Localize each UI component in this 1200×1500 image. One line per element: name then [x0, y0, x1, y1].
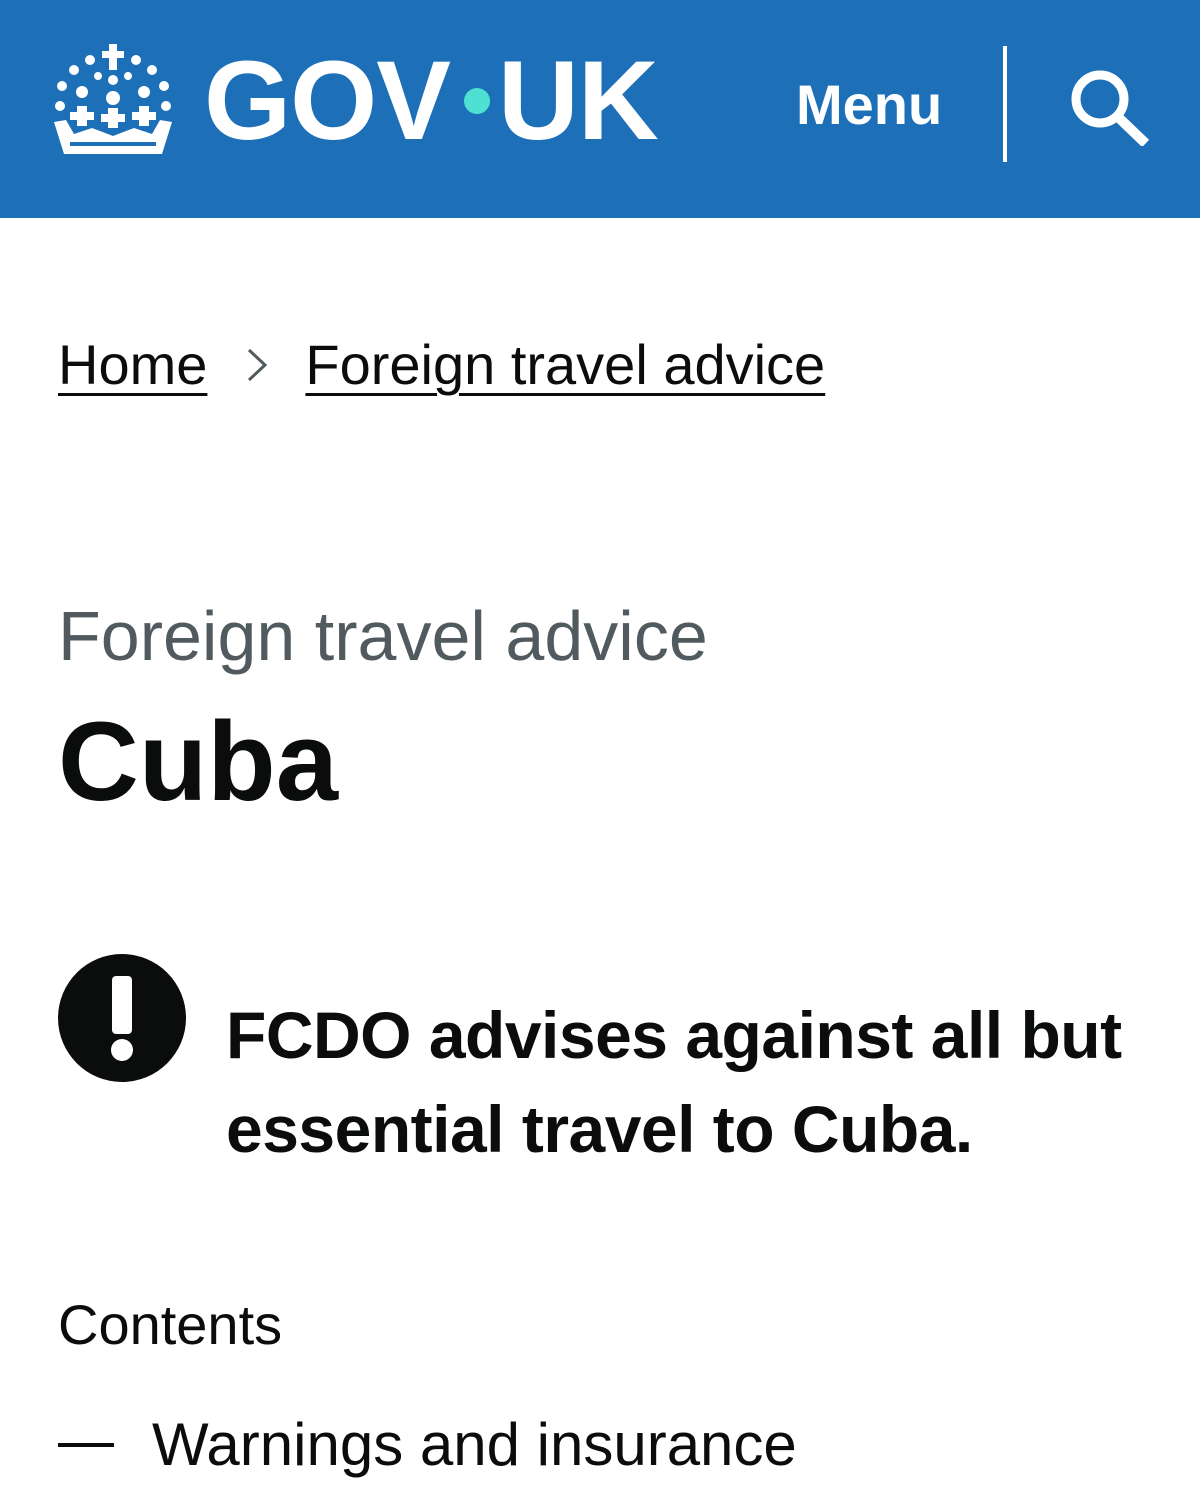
breadcrumb: Home Foreign travel advice [58, 330, 825, 400]
warning-text: FCDO advises against all but essential t… [226, 998, 1122, 1166]
govuk-wordmark: GOV UK [204, 38, 659, 163]
search-button[interactable] [1066, 66, 1150, 148]
chevron-right-icon [248, 348, 268, 382]
logo-text-uk: UK [497, 38, 659, 163]
contents-title: Contents [58, 1293, 283, 1356]
breadcrumb-foreign-travel-advice-link[interactable]: Foreign travel advice [305, 330, 825, 400]
logo-text-gov: GOV [204, 38, 451, 163]
exclamation-icon [58, 954, 186, 1082]
breadcrumb-home-link[interactable]: Home [58, 330, 207, 400]
crown-icon [54, 44, 172, 154]
page-title: Cuba [58, 699, 338, 824]
search-icon [1071, 70, 1150, 148]
menu-button[interactable]: Menu [796, 70, 942, 140]
site-header: GOV UK Menu [0, 0, 1200, 218]
logo-dot [463, 88, 490, 114]
page-caption: Foreign travel advice [58, 597, 708, 675]
header-divider [1003, 46, 1007, 162]
contents-list: Warnings and insurance [58, 1408, 797, 1482]
contents-item-label: Warnings and insurance [152, 1411, 797, 1478]
govuk-logo-link[interactable]: GOV UK [52, 36, 659, 166]
list-item[interactable]: Warnings and insurance [58, 1408, 797, 1482]
dash-icon [58, 1443, 114, 1447]
